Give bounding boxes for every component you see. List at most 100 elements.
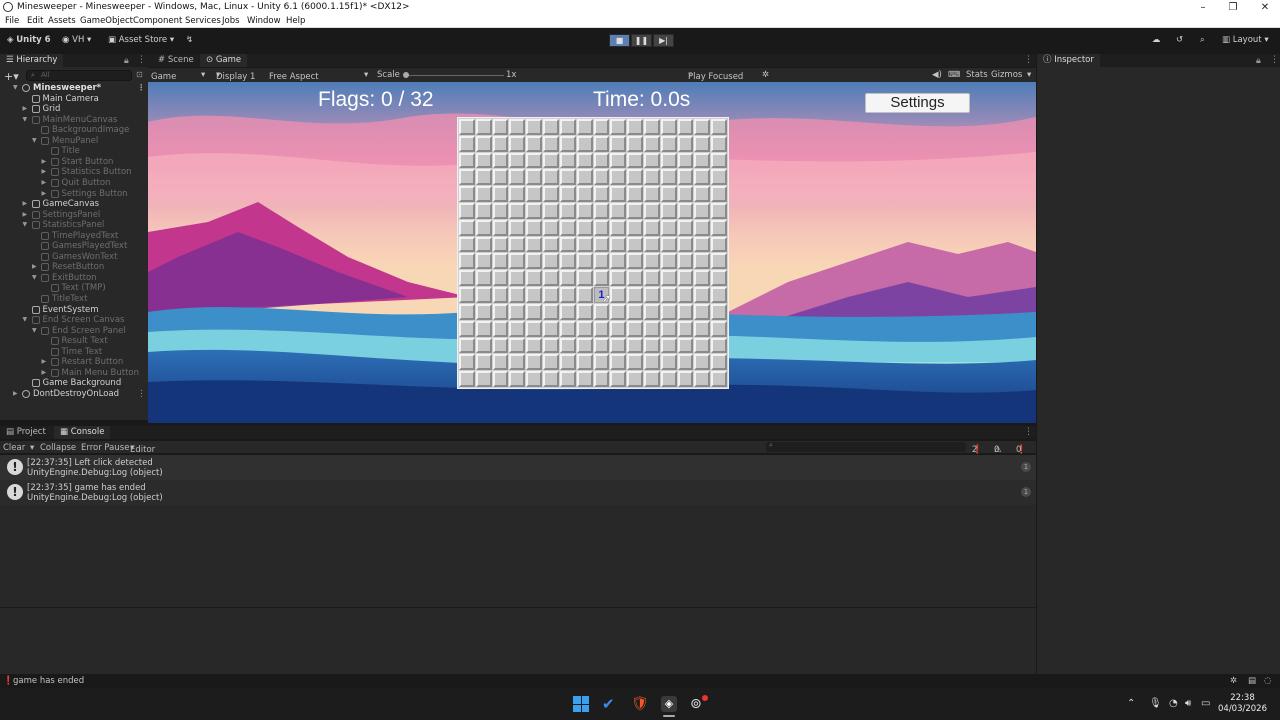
unity-version-button[interactable]: ◈ Unity 6 bbox=[7, 35, 51, 45]
tab-project[interactable]: ▤ Project bbox=[0, 426, 52, 439]
lock-icon[interactable]: 🔒︎ bbox=[1256, 56, 1261, 66]
board-cell[interactable] bbox=[694, 152, 711, 169]
board-cell[interactable] bbox=[526, 203, 543, 219]
collapse-arrow-icon[interactable]: ▶ bbox=[42, 368, 47, 378]
board-cell[interactable] bbox=[509, 169, 526, 186]
hierarchy-item[interactable]: ▶ Quit Button bbox=[0, 178, 148, 188]
kebab-menu-icon[interactable]: ⋮ bbox=[1024, 55, 1033, 65]
board-cell[interactable] bbox=[459, 287, 475, 303]
board-cell[interactable] bbox=[610, 203, 627, 219]
board-cell[interactable] bbox=[694, 236, 711, 253]
board-cell[interactable] bbox=[677, 253, 694, 270]
board-cell[interactable] bbox=[593, 219, 610, 236]
scale-slider-track[interactable] bbox=[404, 75, 504, 76]
board-cell[interactable] bbox=[459, 119, 475, 135]
board-cell[interactable] bbox=[543, 119, 559, 135]
board-cell[interactable] bbox=[593, 186, 610, 202]
board-cell[interactable] bbox=[711, 320, 727, 337]
board-cell[interactable] bbox=[677, 337, 694, 354]
board-cell[interactable] bbox=[711, 354, 727, 371]
board-cell[interactable] bbox=[627, 219, 643, 236]
board-cell[interactable] bbox=[475, 119, 492, 135]
board-cell[interactable] bbox=[559, 253, 576, 270]
board-cell[interactable] bbox=[593, 253, 610, 270]
board-cell[interactable] bbox=[643, 219, 660, 236]
board-cell[interactable] bbox=[711, 270, 727, 286]
board-cell[interactable] bbox=[576, 119, 593, 135]
board-cell[interactable] bbox=[660, 119, 677, 135]
board-cell[interactable] bbox=[559, 371, 576, 387]
board-cell[interactable] bbox=[711, 337, 727, 354]
board-cell[interactable] bbox=[711, 203, 727, 219]
board-cell[interactable] bbox=[643, 203, 660, 219]
board-cell[interactable] bbox=[576, 270, 593, 286]
board-cell[interactable] bbox=[627, 287, 643, 303]
expand-arrow-icon[interactable]: ▼ bbox=[32, 136, 37, 146]
expand-arrow-icon[interactable]: ▼ bbox=[13, 83, 18, 93]
board-cell[interactable] bbox=[576, 253, 593, 270]
board-cell[interactable] bbox=[660, 253, 677, 270]
board-cell[interactable] bbox=[526, 119, 543, 135]
hierarchy-item[interactable]: ▼ StatisticsPanel bbox=[0, 220, 148, 230]
board-cell[interactable] bbox=[543, 169, 559, 186]
board-cell[interactable] bbox=[610, 119, 627, 135]
windows-start-icon[interactable] bbox=[573, 696, 589, 712]
hierarchy-item[interactable]: ▼ ExitButton bbox=[0, 273, 148, 283]
collapse-arrow-icon[interactable]: ▶ bbox=[13, 389, 18, 399]
board-cell[interactable] bbox=[475, 236, 492, 253]
board-cell[interactable] bbox=[593, 119, 610, 135]
hierarchy-item[interactable]: ▶ SettingsPanel bbox=[0, 210, 148, 220]
taskbar-clock[interactable]: 22:38 04/03/2026 bbox=[1218, 693, 1267, 715]
bug-icon[interactable]: ✲ bbox=[762, 70, 769, 80]
console-log-entry[interactable]: ! [22:37:35] Left click detected UnityEng… bbox=[0, 455, 1036, 480]
board-cell[interactable] bbox=[627, 169, 643, 186]
collapse-arrow-icon[interactable]: ▶ bbox=[23, 199, 28, 209]
collapse-arrow-icon[interactable]: ▶ bbox=[42, 189, 47, 199]
board-cell[interactable] bbox=[475, 371, 492, 387]
collapse-button[interactable]: Collapse bbox=[40, 443, 76, 453]
board-cell[interactable] bbox=[593, 354, 610, 371]
board-cell[interactable] bbox=[576, 320, 593, 337]
board-cell[interactable] bbox=[660, 219, 677, 236]
board-cell[interactable] bbox=[526, 371, 543, 387]
board-cell[interactable] bbox=[492, 253, 509, 270]
board-cell[interactable] bbox=[627, 152, 643, 169]
settings-button[interactable]: Settings bbox=[865, 93, 970, 113]
board-cell[interactable] bbox=[643, 253, 660, 270]
board-cell[interactable] bbox=[475, 304, 492, 320]
hierarchy-item[interactable]: GamesPlayedText bbox=[0, 241, 148, 251]
board-cell[interactable] bbox=[694, 337, 711, 354]
hierarchy-item[interactable]: Text (TMP) bbox=[0, 283, 148, 293]
hierarchy-item[interactable]: TitleText bbox=[0, 294, 148, 304]
scale-slider-handle[interactable] bbox=[403, 72, 409, 78]
menu-services[interactable]: Services bbox=[185, 16, 221, 26]
play-focused-dropdown[interactable]: Play Focused ▾ bbox=[688, 70, 743, 82]
hierarchy-item[interactable]: Time Text bbox=[0, 347, 148, 357]
board-cell[interactable] bbox=[627, 119, 643, 135]
board-cell[interactable] bbox=[526, 169, 543, 186]
menu-edit[interactable]: Edit bbox=[27, 16, 43, 26]
account-button[interactable]: ◉ VH ▾ bbox=[62, 35, 91, 45]
board-cell[interactable] bbox=[593, 371, 610, 387]
board-cell[interactable] bbox=[576, 337, 593, 354]
console-search-input[interactable]: ⌕ bbox=[766, 441, 966, 452]
board-cell[interactable] bbox=[711, 253, 727, 270]
board-cell[interactable] bbox=[677, 236, 694, 253]
board-cell[interactable] bbox=[694, 270, 711, 286]
menu-jobs[interactable]: Jobs bbox=[222, 16, 240, 26]
hierarchy-item[interactable]: ▼ End Screen Canvas bbox=[0, 315, 148, 325]
board-cell[interactable] bbox=[559, 186, 576, 202]
menu-window[interactable]: Window bbox=[247, 16, 281, 26]
board-cell[interactable] bbox=[711, 219, 727, 236]
board-cell[interactable] bbox=[492, 186, 509, 202]
board-cell[interactable] bbox=[459, 152, 475, 169]
board-cell[interactable] bbox=[543, 287, 559, 303]
kebab-menu-icon[interactable]: ⋮ bbox=[137, 55, 146, 65]
collapse-arrow-icon[interactable]: ▶ bbox=[23, 104, 28, 114]
collapse-arrow-icon[interactable]: ▶ bbox=[23, 210, 28, 220]
board-cell[interactable] bbox=[576, 219, 593, 236]
clear-button[interactable]: Clear bbox=[3, 443, 25, 453]
board-cell[interactable] bbox=[610, 337, 627, 354]
board-cell[interactable] bbox=[509, 135, 526, 152]
board-cell[interactable] bbox=[559, 135, 576, 152]
